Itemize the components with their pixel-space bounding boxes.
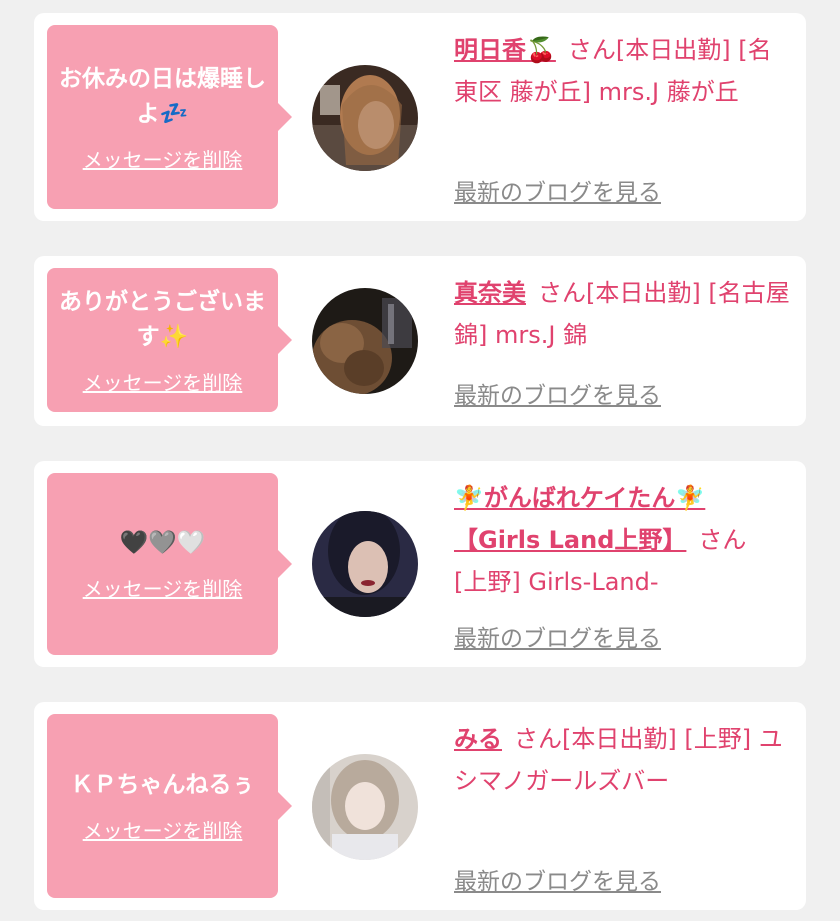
avatar[interactable] xyxy=(312,754,418,860)
cast-name-link[interactable]: みる xyxy=(454,725,502,753)
message-bubble: お休みの日は爆睡しよ💤 メッセージを削除 xyxy=(47,25,292,209)
delete-message-link[interactable]: メッセージを削除 xyxy=(83,367,243,396)
latest-blog-link[interactable]: 最新のブログを見る xyxy=(454,173,661,207)
honorific: さん xyxy=(538,279,586,307)
message-card: 🖤🩶🤍 メッセージを削除 🧚がんばれケイたん🧚 【Girls Land上野】 さん… xyxy=(34,461,806,667)
cast-name-link[interactable]: 真奈美 xyxy=(454,279,526,307)
cast-details: [本日出勤] [上野] ユシマノガールズバー xyxy=(454,725,783,795)
message-bubble: 🖤🩶🤍 メッセージを削除 xyxy=(47,473,292,655)
cast-name-link[interactable]: 明日香🍒 xyxy=(454,36,556,64)
message-card: ＫＰちゃんねるぅ メッセージを削除 みる さん[本日出勤] [上野] ユシマノガー… xyxy=(34,702,806,910)
delete-message-link[interactable]: メッセージを削除 xyxy=(83,573,243,602)
message-bubble: ありがとうございます✨ メッセージを削除 xyxy=(47,268,292,412)
message-text: お休みの日は爆睡しよ💤 xyxy=(59,65,266,127)
cast-info: 真奈美 さん[本日出勤] [名古屋 錦] mrs.J 錦 xyxy=(454,272,794,356)
avatar[interactable] xyxy=(312,511,418,617)
latest-blog-link[interactable]: 最新のブログを見る xyxy=(454,619,661,653)
cast-info: 🧚がんばれケイたん🧚 【Girls Land上野】 さん [上野] Girls-La… xyxy=(454,477,794,603)
cast-name-link[interactable]: 🧚がんばれケイたん🧚 【Girls Land上野】 xyxy=(454,484,705,554)
message-text: ありがとうございます✨ xyxy=(59,288,266,350)
message-card: ありがとうございます✨ メッセージを削除 真奈美 さん[本日出勤] [名古屋 錦]… xyxy=(34,256,806,426)
cast-info: 明日香🍒 さん[本日出勤] [名東区 藤が丘] mrs.J 藤が丘 xyxy=(454,29,794,113)
latest-blog-link[interactable]: 最新のブログを見る xyxy=(454,376,661,410)
honorific: さん xyxy=(698,526,747,554)
cast-details: [上野] Girls-Land- xyxy=(454,568,659,596)
avatar[interactable] xyxy=(312,65,418,171)
message-text: 🖤🩶🤍 xyxy=(119,530,206,556)
latest-blog-link[interactable]: 最新のブログを見る xyxy=(454,862,661,896)
delete-message-link[interactable]: メッセージを削除 xyxy=(83,815,243,844)
message-text: ＫＰちゃんねるぅ xyxy=(70,772,255,798)
cast-info: みる さん[本日出勤] [上野] ユシマノガールズバー xyxy=(454,718,794,802)
message-bubble: ＫＰちゃんねるぅ メッセージを削除 xyxy=(47,714,292,898)
honorific: さん xyxy=(514,725,562,753)
avatar[interactable] xyxy=(312,288,418,394)
message-card: お休みの日は爆睡しよ💤 メッセージを削除 明日香🍒 さん[本日出勤] [名東区 藤… xyxy=(34,13,806,221)
honorific: さん xyxy=(567,36,616,64)
delete-message-link[interactable]: メッセージを削除 xyxy=(83,144,243,173)
